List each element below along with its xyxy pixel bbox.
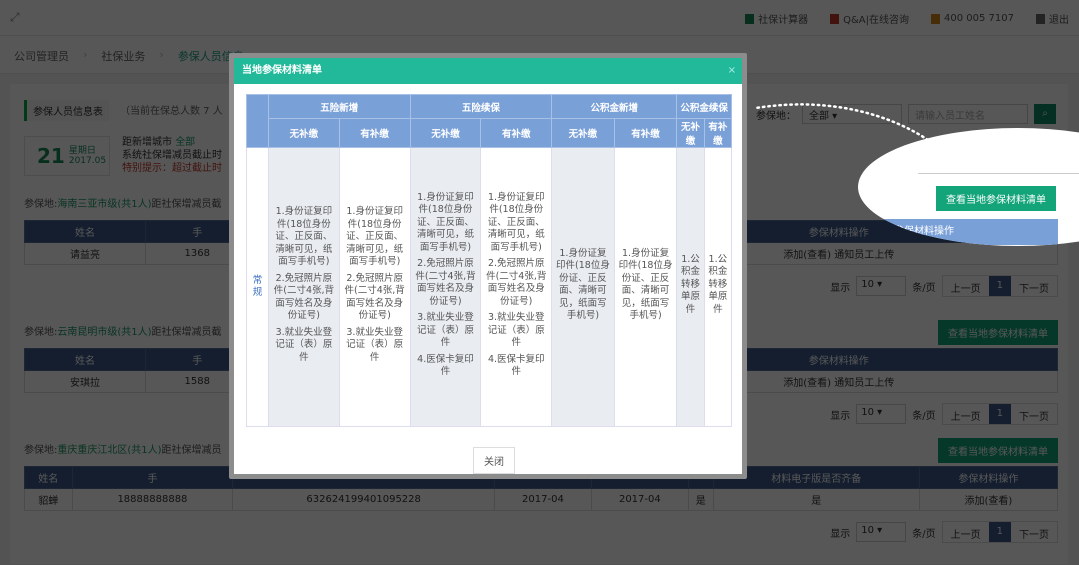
- close-icon[interactable]: ×: [728, 58, 736, 84]
- material-item: 1.身份证复印件(18位身份证、正反面、清晰可见，纸面写手机号): [487, 191, 545, 253]
- material-item: 1.身份证复印件(18位身份证、正反面、清晰可见，纸面写手机号): [618, 247, 673, 322]
- dotted-arrow: [754, 103, 930, 142]
- material-cell: 1.公积金转移单原件: [703, 147, 733, 427]
- subcategory-header: 无补缴: [409, 118, 482, 148]
- category-header: 公积金新增: [551, 94, 678, 119]
- material-cell: 1.身份证复印件(18位身份证、正反面、清晰可见，纸面写手机号) 2.免冠照片原件…: [268, 147, 340, 427]
- modal-title: 当地参保材料清单: [242, 65, 322, 76]
- category-header: 五险续保: [409, 94, 553, 119]
- material-item: 1.身份证复印件(18位身份证、正反面、清晰可见，纸面写手机号): [416, 191, 474, 253]
- materials-table: 五险新增 五险续保 公积金新增 公积金续保 无补缴 有补缴 无补缴 有补缴 无补缴 有补缴 无补缴…: [246, 94, 733, 427]
- category-header: 五险新增: [268, 94, 411, 119]
- row-type[interactable]: 常规: [246, 147, 269, 427]
- subcategory-header: 无补缴: [676, 118, 705, 148]
- material-item: 4.医保卡复印件: [487, 353, 545, 378]
- material-cell: 1.公积金转移单原件: [676, 147, 705, 427]
- materials-operation-header: 参保材料操作: [858, 219, 1058, 245]
- material-cell: 1.身份证复印件(18位身份证、正反面、清晰可见，纸面写手机号) 2.免冠照片原件…: [338, 147, 411, 427]
- material-item: 2.免冠照片原件(二寸4张,背面写姓名及身份证号): [486, 258, 547, 307]
- blank-header: [246, 94, 269, 148]
- material-item: 2.免冠照片原件(二寸4张,背面写姓名及身份证号): [344, 272, 405, 322]
- subcategory-header: 有补缴: [338, 118, 411, 148]
- material-item: 3.就业失业登记证（表）原件: [487, 312, 545, 348]
- materials-modal: 当地参保材料清单 × 五险新增 五险续保 公积金新增 公积金续保 无补缴 有补缴 无补缴有…: [229, 53, 747, 479]
- material-item: 1.公积金转移单原件: [681, 253, 701, 315]
- material-item: 1.身份证复印件(18位身份证、正反面、清晰可见，纸面写手机号): [556, 247, 610, 322]
- material-cell: 1.身份证复印件(18位身份证、正反面、清晰可见，纸面写手机号): [613, 147, 678, 427]
- view-materials-button-highlight[interactable]: 查看当地参保材料清单: [936, 186, 1056, 211]
- material-item: 3.就业失业登记证（表）原件: [346, 326, 404, 363]
- divider: [918, 173, 1079, 174]
- material-cell: 1.身份证复印件(18位身份证、正反面、清晰可见，纸面写手机号) 2.免冠照片原件…: [480, 147, 553, 427]
- material-item: 1.身份证复印件(18位身份证、正反面、清晰可见，纸面写手机号): [346, 206, 404, 267]
- subcategory-header: 无补缴: [551, 118, 615, 148]
- subcategory-header: 无补缴: [268, 118, 340, 148]
- material-item: 4.医保卡复印件: [417, 353, 474, 378]
- subcategory-header: 有补缴: [613, 118, 678, 148]
- material-item: 2.免冠照片原件(二寸4张,背面写姓名及身份证号): [415, 258, 476, 307]
- subcategory-header: 有补缴: [703, 118, 733, 148]
- material-cell: 1.身份证复印件(18位身份证、正反面、清晰可见，纸面写手机号): [551, 147, 615, 427]
- subcategory-header: 有补缴: [480, 118, 553, 148]
- material-item: 1.身份证复印件(18位身份证、正反面、清晰可见，纸面写手机号): [275, 206, 333, 267]
- material-item: 1.公积金转移单原件: [708, 253, 728, 315]
- material-cell: 1.身份证复印件(18位身份证、正反面、清晰可见，纸面写手机号) 2.免冠照片原件…: [409, 147, 482, 427]
- modal-header: 当地参保材料清单 ×: [234, 58, 742, 84]
- material-item: 3.就业失业登记证（表）原件: [416, 312, 474, 348]
- material-item: 3.就业失业登记证（表）原件: [275, 326, 333, 363]
- category-header: 公积金续保: [676, 94, 732, 119]
- material-item: 2.免冠照片原件(二寸4张,背面写姓名及身份证号): [273, 272, 335, 322]
- close-button[interactable]: 关闭: [473, 447, 515, 474]
